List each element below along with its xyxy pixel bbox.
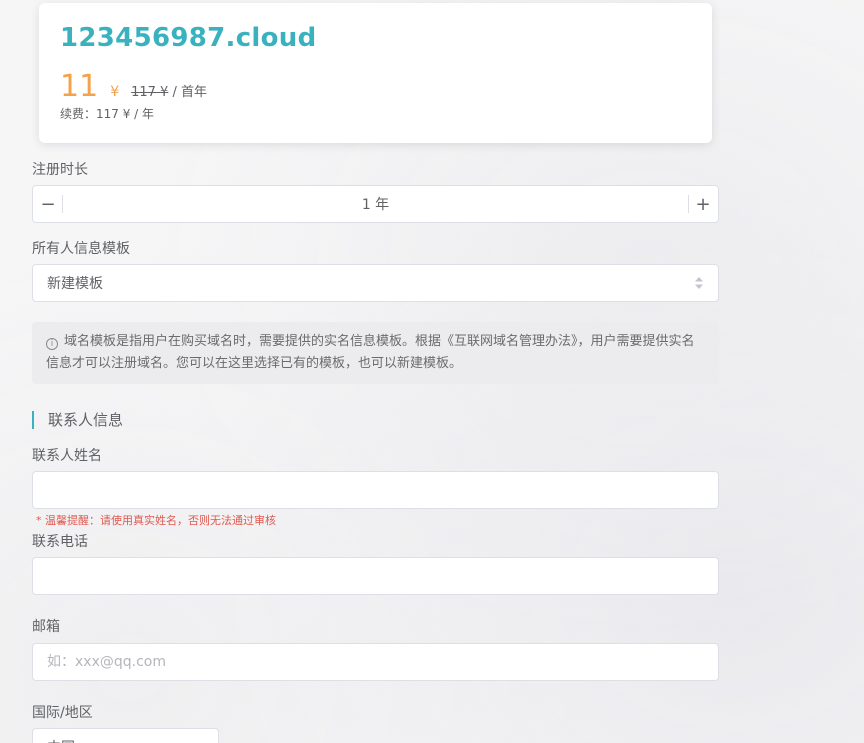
contact-name-input[interactable] <box>32 471 719 509</box>
country-label: 国际/地区 <box>32 705 93 721</box>
price-currency: ¥ <box>110 84 120 100</box>
original-price-suffix: / 首年 <box>168 85 207 100</box>
renewal-price: 续费：117 ¥ / 年 <box>60 107 155 121</box>
increase-button[interactable]: + <box>688 186 718 222</box>
domain-name: 123456987.cloud <box>60 23 317 53</box>
info-circle-icon: i <box>46 338 58 350</box>
phone-label: 联系电话 <box>32 534 88 550</box>
duration-value[interactable]: 1 年 <box>63 186 688 222</box>
decrease-button[interactable]: − <box>33 186 63 222</box>
name-hint: * 温馨提醒：请使用真实姓名，否则无法通过审核 <box>36 514 276 527</box>
template-select[interactable]: 新建模板 <box>32 264 719 302</box>
notice-text: 域名模板是指用户在购买域名时，需要提供的实名信息模板。根据《互联网域名管理办法》… <box>46 334 695 371</box>
current-price: 11 <box>60 69 99 104</box>
original-price: 117 ¥ / 首年 <box>131 81 207 100</box>
email-label: 邮箱 <box>32 619 60 635</box>
template-label: 所有人信息模板 <box>32 241 130 257</box>
email-input[interactable] <box>32 643 719 681</box>
price-row: 11 ¥ 117 ¥ / 首年 <box>60 69 207 104</box>
contact-name-label: 联系人姓名 <box>32 448 102 464</box>
domain-price-card: 123456987.cloud 11 ¥ 117 ¥ / 首年 续费：117 ¥… <box>39 3 712 143</box>
template-notice: i 域名模板是指用户在购买域名时，需要提供的实名信息模板。根据《互联网域名管理办法… <box>32 322 719 384</box>
template-selected-value: 新建模板 <box>47 276 103 292</box>
duration-stepper[interactable]: − 1 年 + <box>32 185 719 223</box>
contact-section-title: 联系人信息 <box>32 411 123 429</box>
original-price-value: 117 ¥ <box>131 85 169 100</box>
phone-input[interactable] <box>32 557 719 595</box>
duration-label: 注册时长 <box>32 162 88 178</box>
sort-updown-icon <box>695 277 703 289</box>
country-select[interactable]: 中国 <box>32 728 219 743</box>
